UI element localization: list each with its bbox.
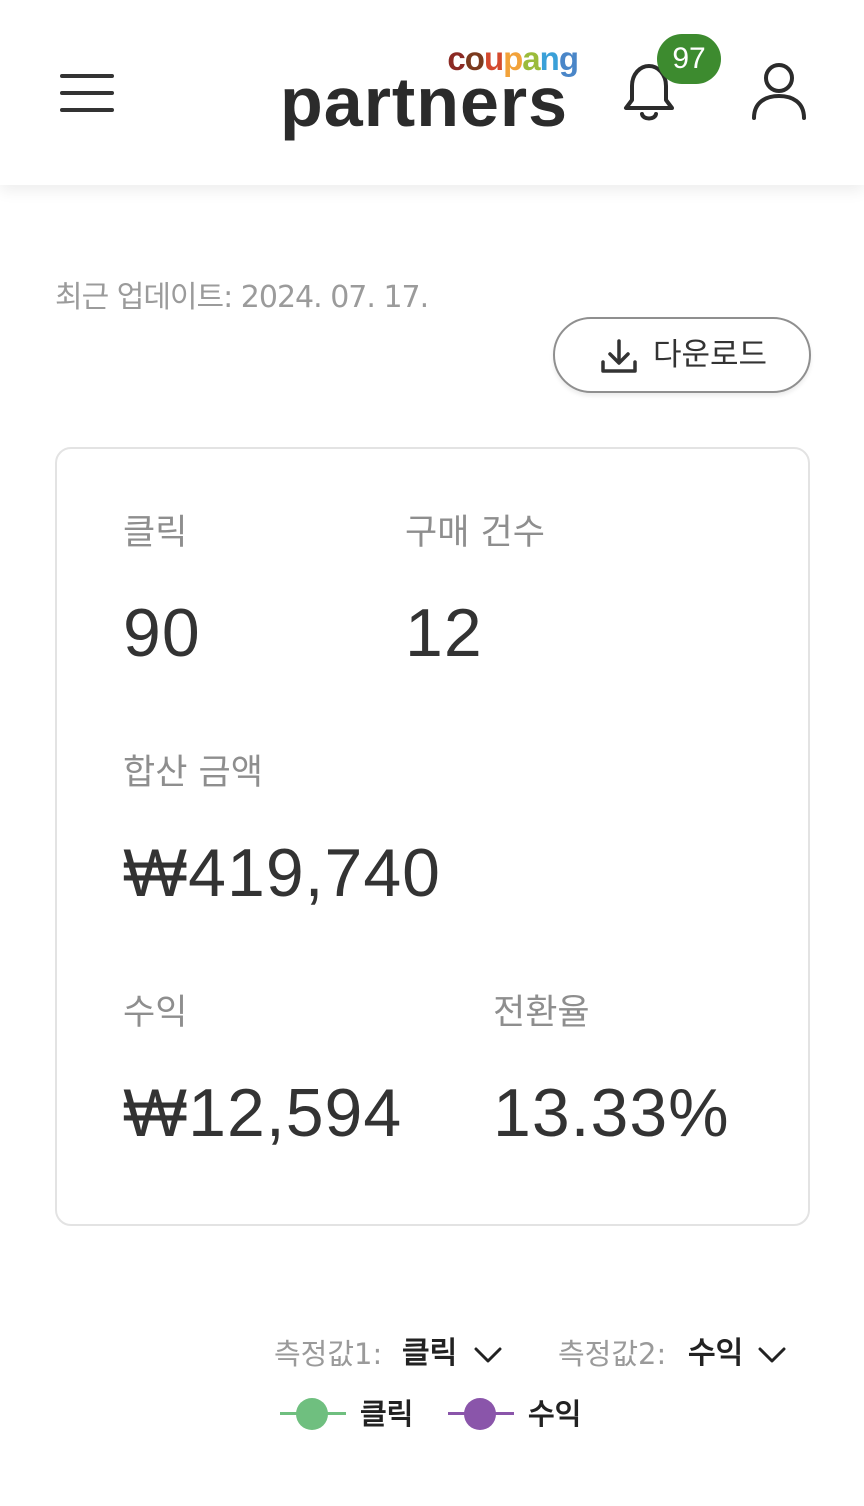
legend-item-revenue[interactable]: 수익 (448, 1394, 598, 1434)
download-icon (601, 339, 637, 373)
legend-label: 클릭 (360, 1397, 414, 1431)
notification-badge[interactable]: 97 (657, 34, 721, 84)
revenue-value: ₩12,594 (123, 1075, 403, 1151)
coupang-partners-logo[interactable]: coupang partners (280, 40, 580, 150)
legend-item-clicks[interactable]: 클릭 (280, 1394, 430, 1434)
metric1-value: 클릭 (402, 1336, 458, 1371)
download-label: 다운로드 (653, 337, 768, 373)
clicks-value: 90 (123, 595, 201, 671)
app-header: coupang partners 97 (0, 0, 864, 185)
chevron-down-icon (474, 1347, 502, 1363)
metric2-select[interactable]: 수익 (688, 1334, 792, 1374)
revenue-label: 수익 (123, 993, 188, 1033)
total-amount-label: 합산 금액 (123, 753, 263, 793)
purchases-value: 12 (405, 595, 483, 671)
chevron-down-icon (758, 1347, 786, 1363)
purchases-label: 구매 건수 (405, 513, 545, 553)
last-update-text: 최근 업데이트: 2024. 07. 17. (55, 280, 429, 315)
chart-controls: 측정값1: 클릭 측정값2: 수익 클릭 수익 (272, 1330, 812, 1450)
user-icon[interactable] (748, 60, 810, 124)
metric1-label: 측정값1: (274, 1337, 383, 1371)
legend-label: 수익 (528, 1397, 582, 1431)
menu-icon[interactable] (56, 70, 118, 116)
clicks-label: 클릭 (123, 513, 188, 553)
metric2-value: 수익 (688, 1336, 744, 1371)
download-button[interactable]: 다운로드 (553, 317, 811, 393)
stats-summary-card: 클릭 90 구매 건수 12 합산 금액 ₩419,740 수익 ₩12,594… (55, 447, 810, 1226)
legend-dot (464, 1398, 496, 1430)
conversion-label: 전환율 (493, 993, 590, 1033)
legend-dot (296, 1398, 328, 1430)
total-amount-value: ₩419,740 (123, 835, 441, 911)
metric1-select[interactable]: 클릭 (402, 1334, 506, 1374)
metric2-label: 측정값2: (558, 1337, 667, 1371)
conversion-value: 13.33% (493, 1075, 730, 1151)
logo-partners-text: partners (280, 63, 569, 141)
